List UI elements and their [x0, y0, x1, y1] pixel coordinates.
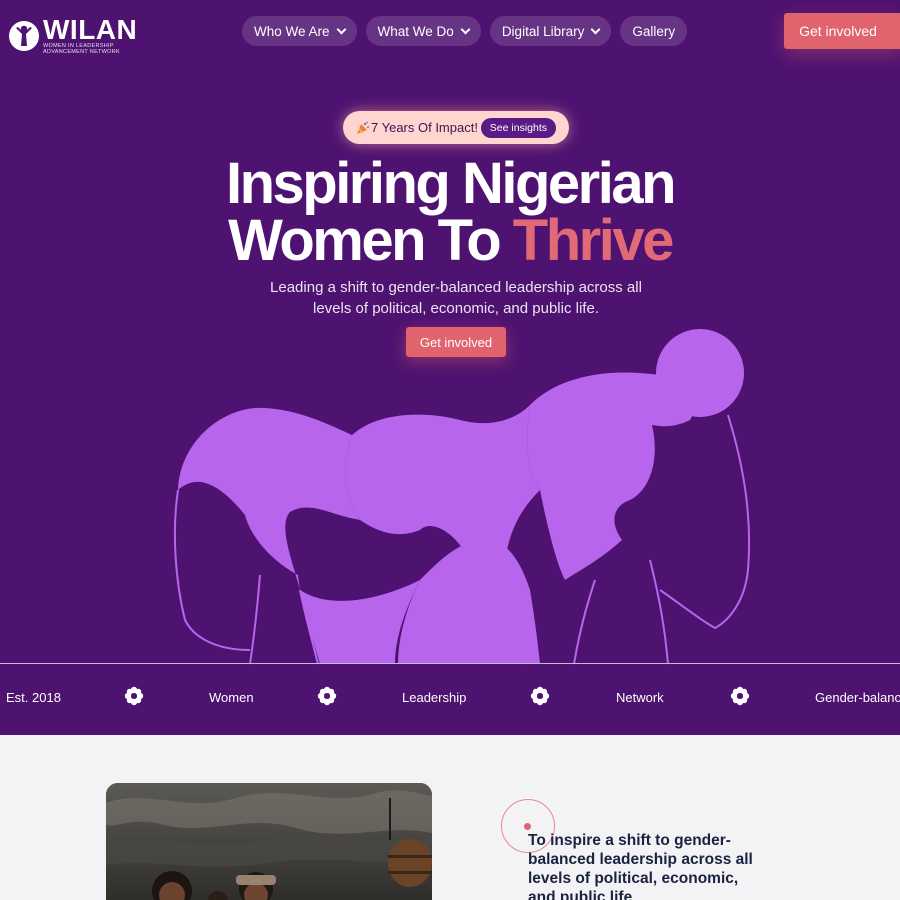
hero-title-prefix: Women To	[228, 208, 513, 273]
flower-icon	[124, 686, 144, 706]
chevron-down-icon	[336, 24, 346, 34]
hero-title-line-2: Women To Thrive	[0, 212, 900, 270]
decorative-dot	[524, 823, 531, 830]
ticker-strip: Est. 2018 Women Leadership Network Gende…	[0, 686, 900, 710]
nav-gallery[interactable]: Gallery	[620, 16, 688, 46]
nav-label: Gallery	[632, 23, 676, 39]
mission-statement: To inspire a shift to gender-balanced le…	[528, 832, 753, 900]
badge-text: 7 Years Of Impact!	[371, 120, 478, 135]
ticker-divider	[0, 663, 900, 664]
flower-icon	[530, 686, 550, 706]
nav-who-we-are[interactable]: Who We Are	[242, 16, 357, 46]
women-silhouettes-illustration	[173, 329, 751, 665]
brand-tagline: WOMEN IN LEADERSHIP ADVANCEMENT NETWORK	[43, 43, 121, 55]
see-insights-button[interactable]: See insights	[480, 118, 556, 138]
hero-title-line-1: Inspiring Nigerian	[225, 151, 677, 216]
flower-icon	[730, 686, 750, 706]
hero-section: WILAN WOMEN IN LEADERSHIP ADVANCEMENT NE…	[0, 0, 900, 735]
nav-what-we-do[interactable]: What We Do	[365, 16, 481, 46]
team-photo-image	[106, 783, 432, 900]
header-get-involved-button[interactable]: Get involved	[784, 13, 900, 49]
ticker-item: Gender-balanc	[815, 690, 900, 705]
main-nav: Who We Are What We Do Digital Library Ga…	[242, 16, 688, 46]
impact-badge: 7 Years Of Impact! See insights	[343, 111, 569, 144]
team-photo	[106, 783, 432, 900]
chevron-down-icon	[590, 24, 601, 34]
party-popper-icon	[357, 121, 369, 134]
ticker-item: Women	[209, 690, 254, 705]
hero-title-accent: Thrive	[512, 208, 675, 273]
flower-icon	[317, 686, 337, 706]
nav-label: Digital Library	[501, 23, 585, 39]
ticker-item: Leadership	[402, 690, 467, 705]
ticker-item: Network	[616, 690, 664, 705]
woman-raising-arms-icon	[9, 21, 39, 51]
brand-name: WILAN	[43, 14, 138, 45]
nav-digital-library[interactable]: Digital Library	[489, 16, 612, 46]
hero-subtitle: Leading a shift to gender-balanced leade…	[270, 279, 642, 317]
nav-label: Who We Are	[254, 23, 330, 39]
ticker-item: Est. 2018	[6, 690, 61, 705]
logo[interactable]: WILAN WOMEN IN LEADERSHIP ADVANCEMENT NE…	[8, 14, 138, 55]
chevron-down-icon	[460, 24, 471, 34]
nav-label: What We Do	[377, 23, 454, 39]
